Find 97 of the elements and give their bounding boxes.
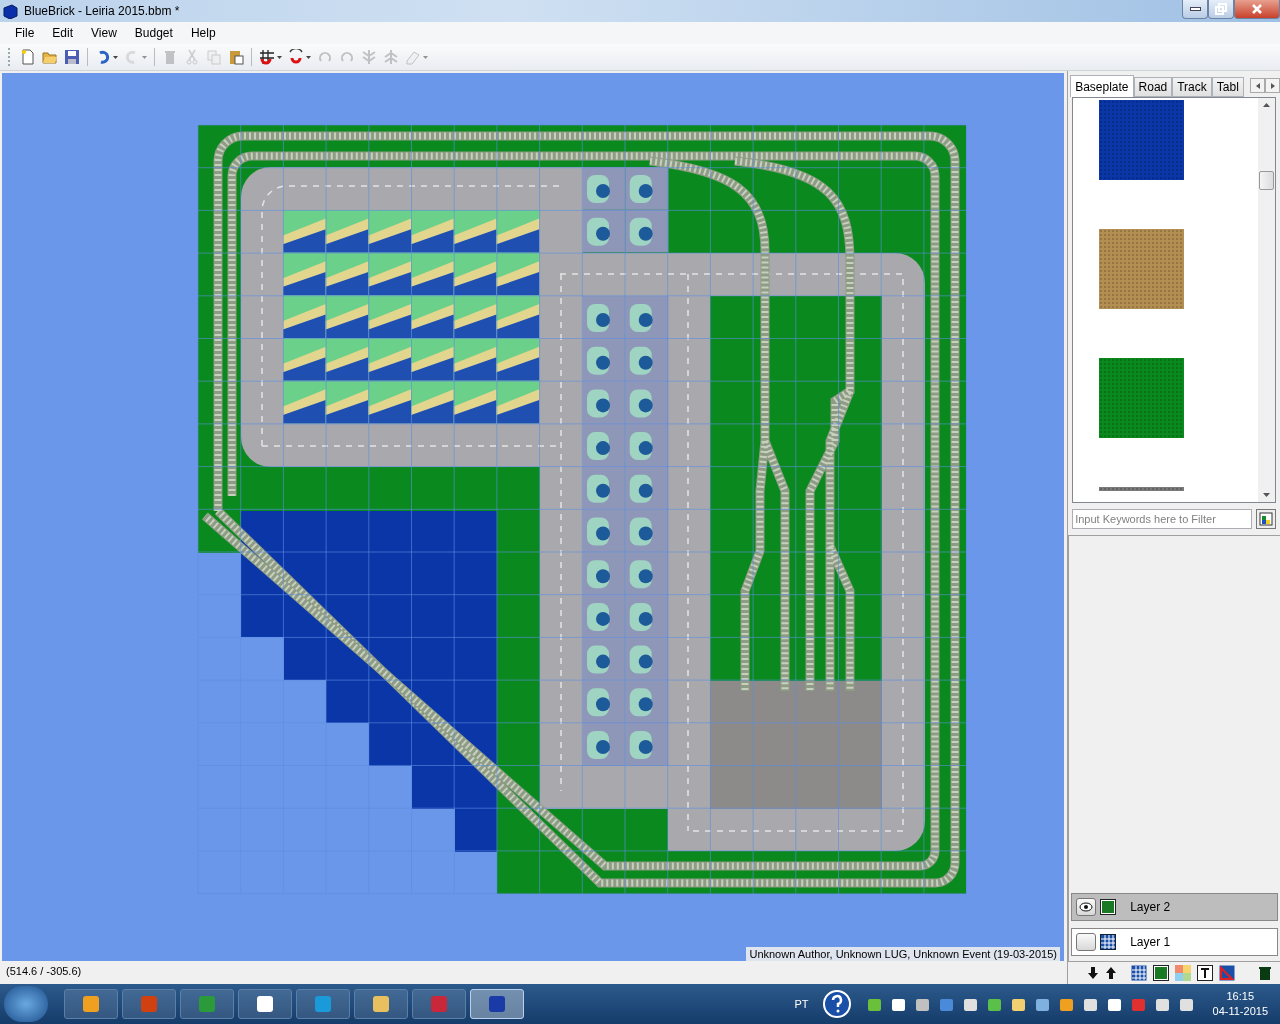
layer-row[interactable]: Layer 2 [1071,893,1278,921]
left-arrow-icon [1254,81,1261,90]
help-icon [822,990,851,1018]
app-icon [487,994,507,1014]
scrollbar-thumb[interactable] [1259,170,1274,190]
menu-item[interactable]: Budget [125,26,182,40]
tray-icon [1058,996,1074,1012]
tray-icon [986,996,1002,1012]
app-brick-icon [2,3,18,19]
tray-icon [938,996,954,1012]
tab-scroll-right-button[interactable] [1265,78,1280,93]
baseplate-swatch[interactable] [1099,229,1185,309]
area-layer-icon [1100,899,1117,915]
app-icon [371,994,391,1014]
caret-icon [142,54,147,60]
layer-name: Layer 1 [1130,935,1171,949]
close-button[interactable] [1234,0,1280,19]
window-title: BlueBrick - Leiria 2015.bbm * [24,4,181,18]
close-icon [1250,2,1264,16]
caret-icon [113,54,118,60]
app-icon [255,994,275,1014]
paste-icon [228,49,244,65]
up-arrow-icon [1263,102,1270,108]
minimize-icon [1189,7,1201,11]
down-arrow-icon [1087,966,1100,980]
app-icon [197,994,217,1014]
rotation-snap-icon [288,49,304,65]
caret-icon [277,54,282,60]
taskbar-app-button[interactable] [354,989,408,1019]
save-icon [64,49,80,65]
cut-icon [184,49,200,65]
restore-button[interactable] [1208,0,1234,19]
cursor-coordinates: (514.6 / -305.6) [6,965,82,977]
grid-icon [1131,965,1148,981]
trash-icon [1257,965,1273,981]
taskbar-app-button[interactable] [470,989,524,1019]
tray-icon [1082,996,1098,1012]
up-arrow-icon [1105,966,1118,980]
grid-layer-icon [1100,934,1117,950]
visibility-toggle[interactable] [1076,898,1097,916]
tab-scroll-left-button[interactable] [1250,78,1265,93]
tray-icon [962,996,978,1012]
app-icon [429,994,449,1014]
brick-layer-icon [1153,965,1170,981]
tray-icon [1106,996,1122,1012]
restore-icon [1214,2,1228,16]
tray-icon [1010,996,1026,1012]
app-icon [139,994,159,1014]
tray-icon [866,996,882,1012]
menu-item[interactable]: Help [181,26,225,40]
clock-date[interactable]: 04-11-2015 [1212,1004,1268,1019]
part-tab[interactable]: Track [1172,77,1212,97]
map-info-label: Unknown Author, Unknown LUG, Unknown Event (19-03-2015) [746,947,1060,961]
part-tab[interactable]: Baseplate [1070,75,1134,97]
input-language[interactable]: PT [794,998,809,1010]
filter-field[interactable]: Input Keywords here to Filter [1072,509,1252,529]
right-arrow-icon [1269,81,1276,90]
text-layer-icon [1197,965,1214,981]
caret-icon [423,54,428,60]
tray-icon [890,996,906,1012]
tray-icon [1178,996,1194,1012]
layer-row[interactable]: Layer 1 [1071,928,1278,956]
clock-time[interactable]: 16:15 [1226,989,1255,1004]
baseplate-swatch[interactable] [1099,358,1185,438]
part-tab[interactable]: Road [1133,77,1173,97]
menu-item[interactable]: View [82,26,126,40]
scrollbar[interactable] [1258,98,1275,502]
baseplate-swatch[interactable] [1099,100,1185,180]
menu-item[interactable]: File [6,26,44,40]
caret-icon [306,54,311,60]
visibility-toggle[interactable] [1076,933,1097,951]
tray-icon [914,996,930,1012]
delete-icon [162,49,178,65]
minimize-button[interactable] [1182,0,1208,19]
open-folder-icon [42,49,58,65]
tray-icon [1154,996,1170,1012]
start-button[interactable] [4,986,48,1022]
copy-icon [206,49,222,65]
eraser-icon [405,49,421,65]
baseplate-swatch[interactable] [1099,487,1185,491]
new-file-icon [20,49,36,65]
tray-icon [1034,996,1050,1012]
menu-item[interactable]: Edit [43,26,83,40]
eye-icon [1079,901,1094,913]
down-arrow-icon [1263,492,1270,498]
layer-name: Layer 2 [1130,900,1171,914]
palette-icon [1259,512,1273,526]
filter-options-button[interactable] [1256,509,1276,529]
app-icon [81,994,101,1014]
tray-icon [1130,996,1146,1012]
part-tab[interactable]: Tabl [1211,77,1244,97]
snap-grid-icon [259,49,275,65]
taskbar-app-button[interactable] [64,989,118,1019]
ruler-icon [1219,965,1236,981]
taskbar-app-button[interactable] [238,989,292,1019]
color-area-icon [1175,965,1192,981]
app-icon [313,994,333,1014]
